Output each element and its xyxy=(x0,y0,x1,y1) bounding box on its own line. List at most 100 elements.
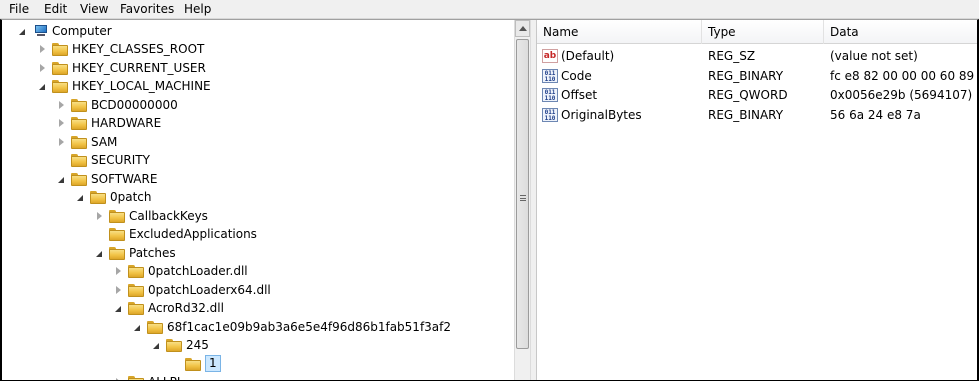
tree-node-label: ALLPI xyxy=(148,373,180,380)
tree-node-label: 68f1cac1e09b9ab3a6e5e4f96d86b1fab51f3af2 xyxy=(167,319,452,334)
menu-favorites[interactable]: Favorites xyxy=(120,2,174,16)
collapse-arrow-icon[interactable] xyxy=(95,244,104,262)
folder-icon xyxy=(128,302,144,315)
folder-icon xyxy=(109,228,125,241)
registry-tree-pane[interactable]: Computer HKEY_CLASSES_ROOT HKEY_CURRENT_U… xyxy=(2,20,514,380)
expand-arrow-icon[interactable] xyxy=(57,96,66,114)
tree-node[interactable]: HKEY_CLASSES_ROOT xyxy=(2,40,502,58)
collapse-arrow-icon[interactable] xyxy=(38,77,47,95)
menu-bar: File Edit View Favorites Help xyxy=(0,0,979,19)
value-data-cell: 56 6a 24 e8 7a xyxy=(830,107,921,122)
column-header-name[interactable]: Name xyxy=(537,20,702,44)
grip-icon xyxy=(520,195,526,201)
folder-icon xyxy=(166,339,182,352)
folder-icon xyxy=(52,80,68,93)
tree-node-label: 245 xyxy=(186,338,209,352)
value-row[interactable]: 011 110 Offset REG_QWORD 0x0056e29b (5694107… xyxy=(537,86,977,105)
collapse-arrow-icon[interactable] xyxy=(114,299,123,317)
tree-node[interactable]: 1 xyxy=(2,354,502,373)
folder-icon xyxy=(71,135,87,149)
value-row[interactable]: ab (Default) REG_SZ (value not set) xyxy=(537,47,977,66)
binary-value-icon: 011 110 xyxy=(542,88,558,102)
tree-node[interactable]: Patches xyxy=(2,244,502,262)
value-type-cell: REG_BINARY xyxy=(708,107,784,122)
values-list-pane[interactable]: Name Type Data ab (Default) REG_SZ (value n… xyxy=(537,20,977,380)
folder-icon xyxy=(128,283,144,297)
binary-value-icon: 011 110 xyxy=(542,68,558,83)
collapse-arrow-icon[interactable] xyxy=(57,170,66,188)
column-header-type[interactable]: Type xyxy=(702,20,824,44)
tree-node[interactable]: SOFTWARE xyxy=(2,170,502,188)
tree-node[interactable]: 0patchLoaderx64.dll xyxy=(2,281,502,299)
string-value-icon: ab xyxy=(542,49,558,63)
column-header-data[interactable]: Data xyxy=(824,20,977,44)
value-row[interactable]: 011 110 Code REG_BINARY fc e8 82 00 00 00 60… xyxy=(537,67,977,86)
tree-node-label: HKEY_CLASSES_ROOT xyxy=(72,42,205,56)
menu-view[interactable]: View xyxy=(80,2,108,16)
tree-node[interactable]: SAM xyxy=(2,133,502,151)
tree-node-label: ExcludedApplications xyxy=(129,227,257,241)
tree-vertical-scrollbar[interactable] xyxy=(514,20,531,380)
expand-arrow-icon[interactable] xyxy=(114,281,123,299)
folder-icon xyxy=(109,209,125,223)
tree-node-label: BCD00000000 xyxy=(91,97,178,112)
tree-node[interactable]: SECURITY xyxy=(2,151,502,169)
tree-node[interactable]: 0patchLoader.dll xyxy=(2,262,502,280)
tree-node-label: HARDWARE xyxy=(91,116,162,130)
value-row[interactable]: 011 110 OriginalBytes REG_BINARY 56 6a 24 e8… xyxy=(537,106,977,125)
folder-icon xyxy=(71,172,87,186)
column-header: Name Type Data xyxy=(537,20,977,44)
tree-node-computer[interactable]: Computer xyxy=(2,22,502,40)
tree-node[interactable]: ALLPI xyxy=(2,373,502,380)
folder-icon xyxy=(109,246,125,260)
collapse-arrow-icon[interactable] xyxy=(76,188,85,206)
computer-icon xyxy=(33,25,48,37)
value-type-cell: REG_SZ xyxy=(708,49,756,63)
tree-node[interactable]: HKEY_LOCAL_MACHINE xyxy=(2,77,502,95)
value-name-cell: OriginalBytes xyxy=(561,107,642,122)
tree-node[interactable]: 68f1cac1e09b9ab3a6e5e4f96d86b1fab51f3af2 xyxy=(2,318,502,336)
tree-node-label: SAM xyxy=(91,134,118,149)
tree-node[interactable]: CallbackKeys xyxy=(2,207,502,225)
binary-value-icon: 011 110 xyxy=(542,107,558,122)
tree-node[interactable]: HARDWARE xyxy=(2,114,502,132)
folder-icon xyxy=(90,191,106,204)
collapse-arrow-icon[interactable] xyxy=(152,336,161,354)
tree-node-label: 0patch xyxy=(110,190,152,204)
value-name-cell: Code xyxy=(561,68,592,83)
tree-node[interactable]: BCD00000000 xyxy=(2,96,502,114)
folder-icon xyxy=(52,61,68,75)
value-data-cell: fc e8 82 00 00 00 60 89 e5 31 xyxy=(830,68,977,83)
menu-help[interactable]: Help xyxy=(184,2,211,16)
folder-icon xyxy=(147,320,163,334)
expand-arrow-icon[interactable] xyxy=(18,22,27,40)
menu-file[interactable]: File xyxy=(9,2,29,16)
tree-node[interactable]: AcroRd32.dll xyxy=(2,299,502,317)
expand-arrow-icon[interactable] xyxy=(95,207,104,225)
folder-icon xyxy=(71,117,87,130)
tree-node[interactable]: ExcludedApplications xyxy=(2,225,502,243)
value-type-cell: REG_QWORD xyxy=(708,88,788,102)
collapse-arrow-icon[interactable] xyxy=(133,318,142,336)
tree-node[interactable]: HKEY_CURRENT_USER xyxy=(2,59,502,77)
registry-editor-window: Computer HKEY_CLASSES_ROOT HKEY_CURRENT_U… xyxy=(0,19,979,381)
expand-arrow-icon[interactable] xyxy=(38,59,47,77)
expand-arrow-icon[interactable] xyxy=(38,40,47,58)
tree-node-label: CallbackKeys xyxy=(129,208,208,223)
tree-node-label: SECURITY xyxy=(91,153,150,167)
expand-arrow-icon[interactable] xyxy=(57,133,66,151)
scroll-thumb[interactable] xyxy=(516,39,529,349)
tree-node-label: Computer xyxy=(52,24,112,38)
tree-node[interactable]: 245 xyxy=(2,336,502,354)
folder-icon xyxy=(71,154,87,167)
tree-node-label: HKEY_LOCAL_MACHINE xyxy=(72,79,211,93)
expand-arrow-icon[interactable] xyxy=(114,262,123,280)
scroll-up-arrow-icon[interactable] xyxy=(515,20,530,37)
expand-arrow-icon[interactable] xyxy=(114,373,123,380)
expand-arrow-icon[interactable] xyxy=(57,114,66,132)
tree-node-label: Patches xyxy=(129,245,176,260)
folder-icon xyxy=(52,43,68,56)
folder-icon xyxy=(128,376,144,380)
menu-edit[interactable]: Edit xyxy=(44,2,67,16)
tree-node[interactable]: 0patch xyxy=(2,188,502,206)
